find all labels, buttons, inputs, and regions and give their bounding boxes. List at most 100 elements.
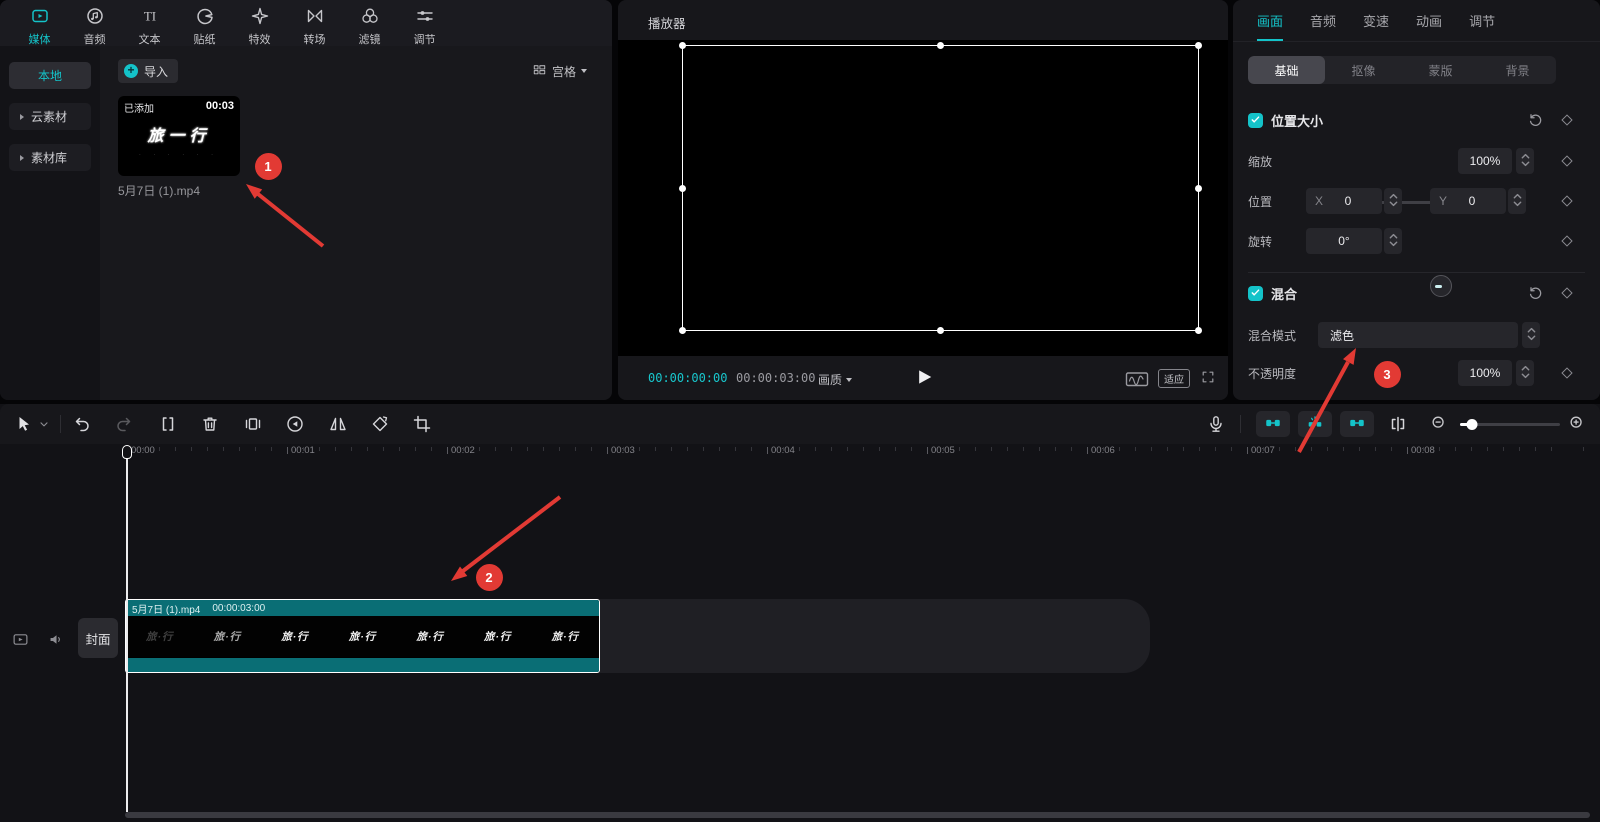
handle-top-right[interactable]: [1195, 42, 1202, 49]
chevron-down-icon[interactable]: [38, 418, 50, 433]
mute-track-icon[interactable]: [48, 631, 65, 651]
tab-picture[interactable]: 画面: [1257, 0, 1284, 41]
timeline-zoom-slider[interactable]: [1460, 419, 1560, 430]
position-x-stepper[interactable]: [1384, 188, 1402, 214]
timeline-clip[interactable]: 5月7日 (1).mp4 00:00:03:00 旅·行 旅·行 旅·行 旅·行 旅·行…: [125, 599, 600, 673]
keyframe-diamond-icon[interactable]: [1561, 114, 1573, 126]
tab-label: 调节: [1469, 14, 1496, 29]
record-voiceover-icon[interactable]: [1206, 414, 1226, 437]
play-button[interactable]: [912, 366, 934, 391]
blend-mode-row: 混合模式: [1248, 322, 1296, 348]
rotation-dial[interactable]: [1430, 275, 1452, 297]
inspector-tabs: 画面 音频 变速 动画 调节: [1233, 0, 1600, 42]
fit-button[interactable]: 适应: [1158, 369, 1190, 388]
handle-bottom-mid[interactable]: [937, 327, 944, 334]
handle-mid-right[interactable]: [1195, 184, 1202, 192]
keyframe-diamond-icon[interactable]: [1561, 155, 1573, 167]
undo-icon[interactable]: [72, 414, 92, 437]
handle-mid-left[interactable]: [679, 184, 686, 192]
opacity-value[interactable]: 100%: [1458, 360, 1512, 386]
waveform-toggle-icon[interactable]: [1124, 369, 1150, 392]
delete-icon[interactable]: [200, 414, 220, 437]
rotation-stepper[interactable]: [1384, 228, 1402, 254]
top-nav-item-text[interactable]: TI 文本: [122, 0, 177, 47]
handle-top-left[interactable]: [679, 42, 686, 49]
divider: [1240, 415, 1241, 433]
playhead-handle[interactable]: [122, 445, 132, 459]
timeline-zoom-handle[interactable]: [1466, 419, 1478, 430]
freeze-frame-icon[interactable]: [243, 414, 263, 437]
ruler-minor-tick: [175, 447, 176, 451]
top-nav-item-media[interactable]: 媒体: [12, 0, 67, 46]
position-y-stepper[interactable]: [1508, 188, 1526, 214]
top-nav-item-effects[interactable]: 特效: [232, 0, 287, 46]
keyframe-diamond-icon[interactable]: [1561, 287, 1573, 299]
subtab-cutout[interactable]: 抠像: [1325, 56, 1402, 84]
subtab-background[interactable]: 背景: [1479, 56, 1556, 84]
auto-snap-button[interactable]: [1298, 411, 1332, 437]
sidebar-item-local[interactable]: 本地: [9, 62, 91, 89]
top-nav-item-sticker[interactable]: 贴纸: [177, 0, 232, 46]
linkage-button[interactable]: [1340, 411, 1374, 437]
reverse-icon[interactable]: [285, 414, 305, 437]
tab-audio[interactable]: 音频: [1310, 0, 1336, 41]
select-tool-icon[interactable]: [14, 414, 34, 437]
cover-button[interactable]: 封面: [78, 618, 118, 658]
blend-checkbox[interactable]: [1248, 286, 1263, 301]
handle-top-mid[interactable]: [937, 42, 944, 49]
top-nav-item-filter[interactable]: 滤镜: [342, 0, 397, 46]
redo-icon[interactable]: [114, 414, 134, 437]
sidebar-item-library[interactable]: 素材库: [9, 144, 91, 171]
tab-adjust[interactable]: 调节: [1469, 0, 1495, 41]
opacity-stepper[interactable]: [1516, 360, 1534, 386]
split-icon[interactable]: [158, 414, 178, 437]
reset-icon[interactable]: [1527, 112, 1544, 132]
zoom-in-icon[interactable]: [1568, 414, 1586, 435]
quality-dropdown[interactable]: 画质: [818, 371, 853, 388]
fullscreen-icon[interactable]: [1200, 369, 1216, 388]
handle-bottom-left[interactable]: [679, 327, 686, 334]
text-icon: TI: [140, 6, 160, 29]
position-size-checkbox[interactable]: [1248, 113, 1263, 128]
divider: [60, 415, 61, 433]
scale-value[interactable]: 100%: [1458, 148, 1512, 174]
video-bounding-box[interactable]: [679, 42, 1202, 334]
keyframe-diamond-icon[interactable]: [1561, 195, 1573, 207]
sidebar-item-cloud[interactable]: 云素材: [9, 103, 91, 130]
rotate-icon[interactable]: [370, 414, 390, 437]
reset-icon[interactable]: [1527, 285, 1544, 305]
subtab-basic[interactable]: 基础: [1248, 56, 1325, 84]
scale-stepper[interactable]: [1516, 148, 1534, 174]
handle-bottom-right[interactable]: [1195, 327, 1202, 334]
mirror-icon[interactable]: [328, 414, 348, 437]
top-nav-item-adjust[interactable]: 调节: [397, 0, 452, 46]
keyframe-diamond-icon[interactable]: [1561, 235, 1573, 247]
position-y-field[interactable]: Y 0: [1430, 188, 1506, 214]
ruler-minor-tick: [1183, 447, 1184, 451]
ruler-minor-tick: [1471, 447, 1472, 451]
media-clip-card[interactable]: 已添加 00:03 旅一行 · · · · · ·: [118, 96, 240, 176]
horizontal-scrollbar[interactable]: [125, 812, 1590, 818]
subtab-mask[interactable]: 蒙版: [1402, 56, 1479, 84]
top-nav-item-transition[interactable]: 转场: [287, 0, 342, 46]
tab-speed[interactable]: 变速: [1363, 0, 1389, 41]
tab-animation[interactable]: 动画: [1416, 0, 1442, 41]
preview-axis-icon[interactable]: [1388, 414, 1408, 437]
timeline-ruler[interactable]: 00:00 00:01 00:02 00:03 00:04 00:05 00:06 00:07…: [0, 444, 1600, 462]
crop-icon[interactable]: [412, 414, 432, 437]
keyframe-diamond-icon[interactable]: [1561, 367, 1573, 379]
video-preview[interactable]: [618, 40, 1228, 356]
current-timecode: 00:00:00:00: [648, 371, 728, 385]
blend-mode-stepper[interactable]: [1522, 322, 1540, 348]
rotation-value[interactable]: 0°: [1306, 228, 1382, 254]
zoom-out-icon[interactable]: [1430, 414, 1448, 435]
ruler-major-tick: [927, 447, 928, 454]
main-track-magnet-button[interactable]: [1256, 411, 1290, 437]
blend-mode-dropdown[interactable]: 滤色: [1318, 322, 1518, 348]
import-button[interactable]: + 导入: [118, 59, 179, 83]
y-value: 0: [1468, 194, 1476, 208]
position-x-field[interactable]: X 0: [1306, 188, 1382, 214]
view-mode-button[interactable]: 宫格: [532, 62, 612, 80]
track-type-icon[interactable]: [12, 631, 29, 651]
top-nav-item-audio[interactable]: 音频: [67, 0, 122, 46]
